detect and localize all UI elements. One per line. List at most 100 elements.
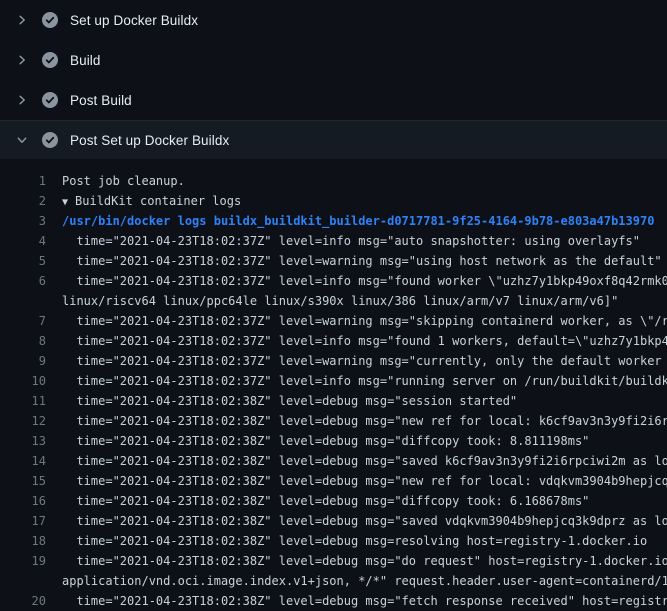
log-line: 16 time="2021-04-23T18:02:38Z" level=deb…: [0, 491, 667, 511]
log-text-content: linux/riscv64 linux/ppc64le linux/s390x …: [62, 294, 618, 308]
line-number[interactable]: [0, 291, 46, 311]
line-number[interactable]: 13: [0, 431, 46, 451]
log-text-content: time="2021-04-23T18:02:37Z" level=info m…: [62, 374, 667, 388]
log-text-content: time="2021-04-23T18:02:38Z" level=debug …: [62, 474, 667, 488]
log-line: 4 time="2021-04-23T18:02:37Z" level=info…: [0, 231, 667, 251]
log-text-content: time="2021-04-23T18:02:38Z" level=debug …: [62, 454, 667, 468]
step-header-post-build[interactable]: Post Build: [0, 80, 667, 120]
line-number[interactable]: 10: [0, 371, 46, 391]
log-line: 10 time="2021-04-23T18:02:37Z" level=inf…: [0, 371, 667, 391]
log-line: 15 time="2021-04-23T18:02:38Z" level=deb…: [0, 471, 667, 491]
log-output: 1 Post job cleanup. 2 ▼ BuildKit container l…: [0, 159, 667, 611]
log-text-content: Post job cleanup.: [62, 174, 185, 188]
log-text-content: time="2021-04-23T18:02:38Z" level=debug …: [62, 494, 589, 508]
chevron-right-icon[interactable]: [14, 52, 30, 68]
line-number[interactable]: 4: [0, 231, 46, 251]
line-number[interactable]: 11: [0, 391, 46, 411]
log-line-text: time="2021-04-23T18:02:37Z" level=info m…: [46, 231, 667, 251]
step-header-post-set-up-docker-buildx[interactable]: Post Set up Docker Buildx: [0, 120, 667, 159]
log-line-text: application/vnd.oci.image.index.v1+json,…: [46, 571, 667, 591]
log-line: 8 time="2021-04-23T18:02:37Z" level=info…: [0, 331, 667, 351]
step-label: Build: [70, 53, 101, 68]
log-text-content: time="2021-04-23T18:02:37Z" level=info m…: [62, 234, 640, 248]
log-line-text: time="2021-04-23T18:02:38Z" level=debug …: [46, 531, 667, 551]
log-text-content: time="2021-04-23T18:02:37Z" level=warnin…: [62, 254, 662, 268]
line-number[interactable]: 19: [0, 551, 46, 571]
log-line-text: time="2021-04-23T18:02:37Z" level=info m…: [46, 271, 667, 291]
log-text-content: time="2021-04-23T18:02:38Z" level=debug …: [62, 554, 667, 568]
log-line: 20 time="2021-04-23T18:02:38Z" level=deb…: [0, 591, 667, 611]
log-line: 2 ▼ BuildKit container logs: [0, 191, 667, 211]
log-text-content: time="2021-04-23T18:02:38Z" level=debug …: [62, 434, 589, 448]
log-line-text: time="2021-04-23T18:02:37Z" level=info m…: [46, 371, 667, 391]
log-line: application/vnd.oci.image.index.v1+json,…: [0, 571, 667, 591]
log-line: 1 Post job cleanup.: [0, 171, 667, 191]
check-circle-icon: [42, 92, 58, 108]
log-line-text: time="2021-04-23T18:02:37Z" level=warnin…: [46, 251, 667, 271]
step-header-set-up-docker-buildx[interactable]: Set up Docker Buildx: [0, 0, 667, 40]
log-line-text: time="2021-04-23T18:02:38Z" level=debug …: [46, 491, 667, 511]
line-number[interactable]: 9: [0, 351, 46, 371]
log-line: 18 time="2021-04-23T18:02:38Z" level=deb…: [0, 531, 667, 551]
log-line-text: time="2021-04-23T18:02:38Z" level=debug …: [46, 451, 667, 471]
chevron-right-icon[interactable]: [14, 12, 30, 28]
log-line: 13 time="2021-04-23T18:02:38Z" level=deb…: [0, 431, 667, 451]
log-line-text: time="2021-04-23T18:02:38Z" level=debug …: [46, 591, 667, 611]
log-text-content: time="2021-04-23T18:02:38Z" level=debug …: [62, 514, 667, 528]
line-number[interactable]: 2: [0, 191, 46, 211]
line-number[interactable]: 15: [0, 471, 46, 491]
step-label: Post Build: [70, 93, 132, 108]
log-line: 9 time="2021-04-23T18:02:37Z" level=warn…: [0, 351, 667, 371]
line-number[interactable]: 7: [0, 311, 46, 331]
log-line: 19 time="2021-04-23T18:02:38Z" level=deb…: [0, 551, 667, 571]
log-line: 14 time="2021-04-23T18:02:38Z" level=deb…: [0, 451, 667, 471]
log-line: 6 time="2021-04-23T18:02:37Z" level=info…: [0, 271, 667, 291]
line-number[interactable]: 3: [0, 211, 46, 231]
check-circle-icon: [42, 12, 58, 28]
log-text-content: time="2021-04-23T18:02:38Z" level=debug …: [62, 414, 667, 428]
step-header-build[interactable]: Build: [0, 40, 667, 80]
line-number[interactable]: 1: [0, 171, 46, 191]
log-text-content: time="2021-04-23T18:02:37Z" level=info m…: [62, 334, 667, 348]
log-line-text: time="2021-04-23T18:02:38Z" level=debug …: [46, 551, 667, 571]
log-text-content: time="2021-04-23T18:02:38Z" level=debug …: [62, 394, 517, 408]
log-line: 3/usr/bin/docker logs buildx_buildkit_bu…: [0, 211, 667, 231]
log-line: 12 time="2021-04-23T18:02:38Z" level=deb…: [0, 411, 667, 431]
log-line-text: time="2021-04-23T18:02:38Z" level=debug …: [46, 511, 667, 531]
line-number[interactable]: 8: [0, 331, 46, 351]
line-number[interactable]: [0, 571, 46, 591]
log-line-text: linux/riscv64 linux/ppc64le linux/s390x …: [46, 291, 667, 311]
log-text-content: time="2021-04-23T18:02:37Z" level=info m…: [62, 274, 667, 288]
chevron-right-icon[interactable]: [14, 92, 30, 108]
log-text-content: time="2021-04-23T18:02:37Z" level=warnin…: [62, 354, 667, 368]
log-line: 5 time="2021-04-23T18:02:37Z" level=warn…: [0, 251, 667, 271]
actions-log-viewer: Set up Docker Buildx Build Post Build Post …: [0, 0, 667, 611]
log-line-text: Post job cleanup.: [46, 171, 667, 191]
group-toggle-caret-icon[interactable]: ▼: [62, 197, 68, 208]
log-text-content: /usr/bin/docker logs buildx_buildkit_bui…: [62, 214, 654, 228]
line-number[interactable]: 6: [0, 271, 46, 291]
line-number[interactable]: 18: [0, 531, 46, 551]
line-number[interactable]: 16: [0, 491, 46, 511]
log-text-content: time="2021-04-23T18:02:38Z" level=debug …: [62, 594, 667, 608]
line-number[interactable]: 17: [0, 511, 46, 531]
log-line-text: time="2021-04-23T18:02:38Z" level=debug …: [46, 431, 667, 451]
line-number[interactable]: 14: [0, 451, 46, 471]
log-line-text: /usr/bin/docker logs buildx_buildkit_bui…: [46, 211, 667, 231]
log-line-text: time="2021-04-23T18:02:38Z" level=debug …: [46, 391, 667, 411]
log-line: linux/riscv64 linux/ppc64le linux/s390x …: [0, 291, 667, 311]
log-line: 17 time="2021-04-23T18:02:38Z" level=deb…: [0, 511, 667, 531]
log-text-content: BuildKit container logs: [75, 194, 241, 208]
line-number[interactable]: 20: [0, 591, 46, 611]
log-text-content: time="2021-04-23T18:02:38Z" level=debug …: [62, 534, 647, 548]
log-line-text: time="2021-04-23T18:02:37Z" level=warnin…: [46, 351, 667, 371]
line-number[interactable]: 12: [0, 411, 46, 431]
check-circle-icon: [42, 52, 58, 68]
log-text-content: application/vnd.oci.image.index.v1+json,…: [62, 574, 667, 588]
chevron-down-icon[interactable]: [14, 132, 30, 148]
log-line: 11 time="2021-04-23T18:02:38Z" level=deb…: [0, 391, 667, 411]
log-line-text: time="2021-04-23T18:02:37Z" level=warnin…: [46, 311, 667, 331]
log-line-text: time="2021-04-23T18:02:38Z" level=debug …: [46, 411, 667, 431]
line-number[interactable]: 5: [0, 251, 46, 271]
check-circle-icon: [42, 132, 58, 148]
